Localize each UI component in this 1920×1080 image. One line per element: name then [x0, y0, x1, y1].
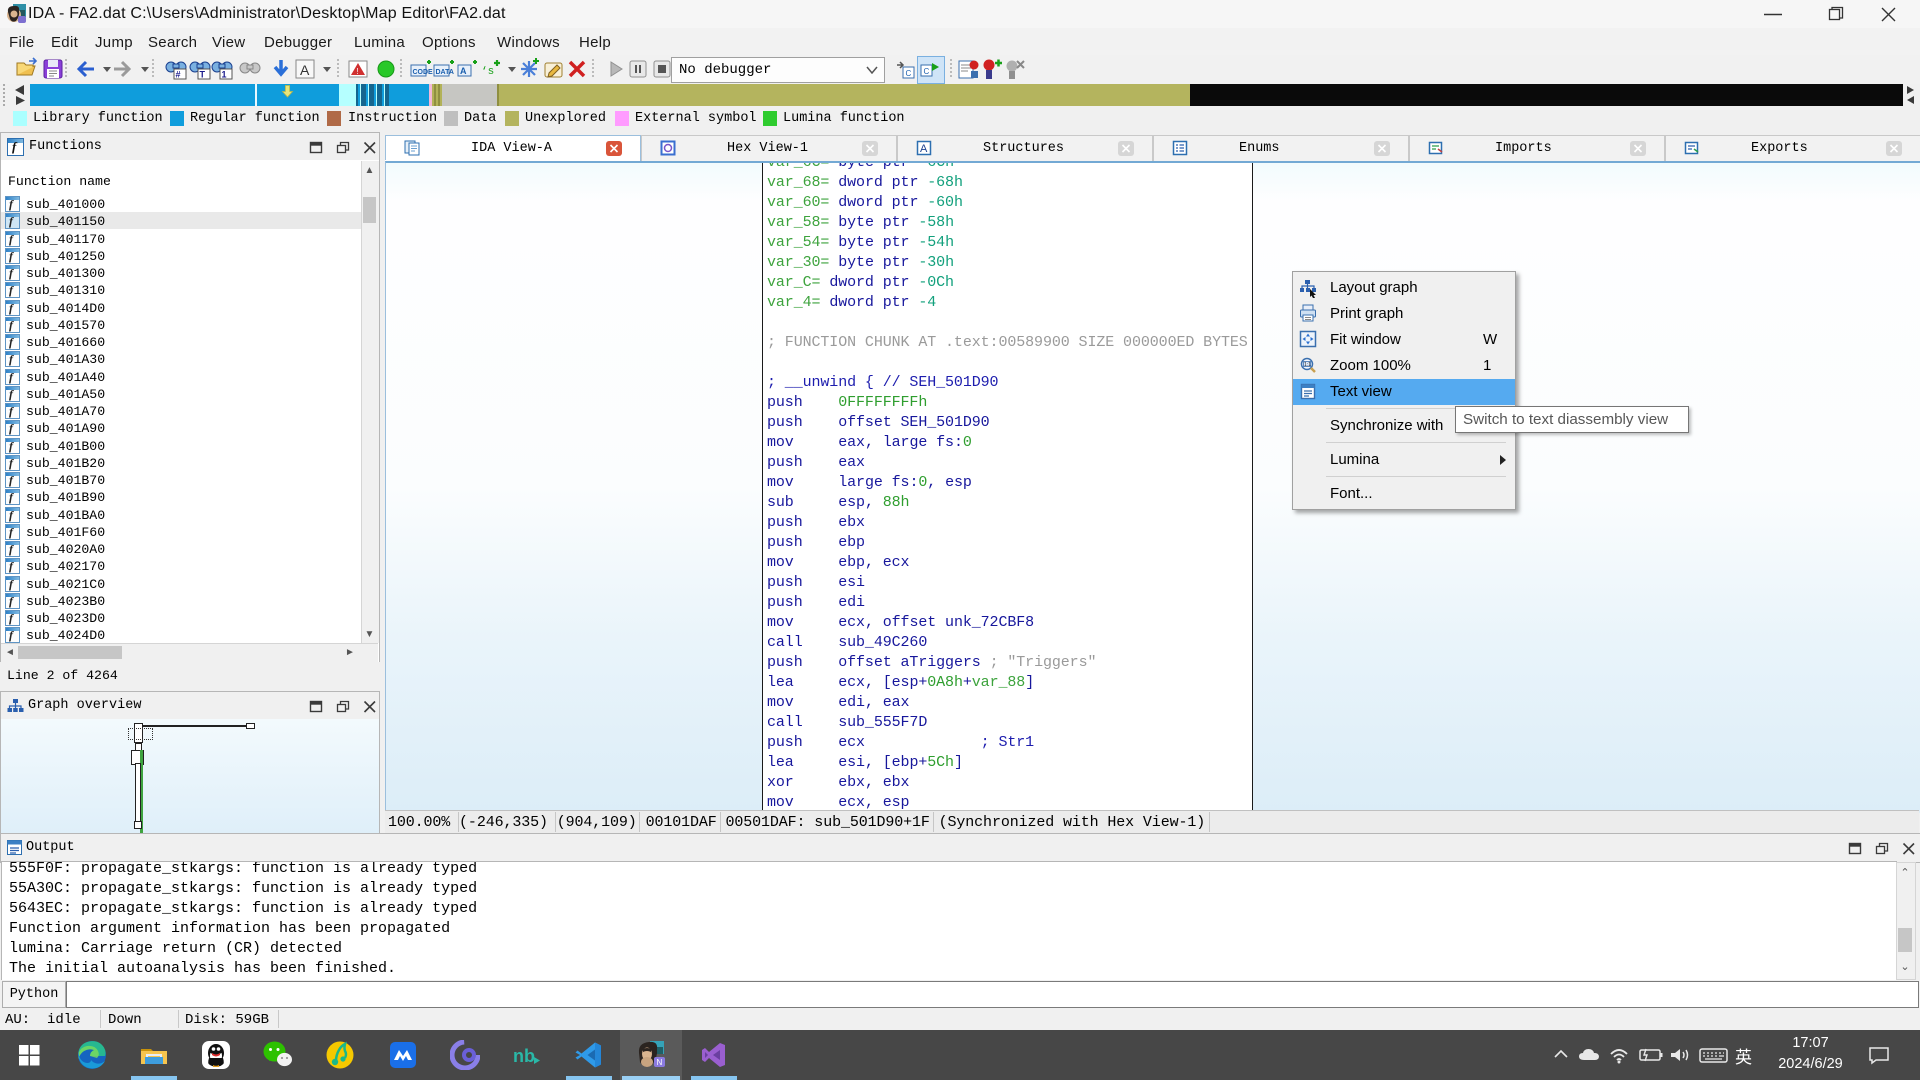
svg-text:A: A: [920, 143, 928, 155]
svg-text:N: N: [657, 1058, 663, 1067]
svg-text:A: A: [460, 66, 467, 76]
svg-text:C: C: [924, 67, 930, 76]
svg-text:1: 1: [222, 70, 227, 80]
svg-text:!: !: [357, 67, 359, 76]
svg-text:CODE: CODE: [413, 69, 434, 76]
svg-text:nb: nb: [513, 1046, 535, 1066]
svg-text:‘s: ‘s: [481, 66, 494, 78]
svg-text:C: C: [906, 69, 912, 78]
svg-text:1:1: 1:1: [1304, 362, 1311, 368]
svg-text:T: T: [200, 70, 206, 80]
svg-text:DATA: DATA: [436, 69, 454, 76]
svg-text:A: A: [300, 62, 310, 78]
svg-text:#: #: [176, 70, 181, 80]
